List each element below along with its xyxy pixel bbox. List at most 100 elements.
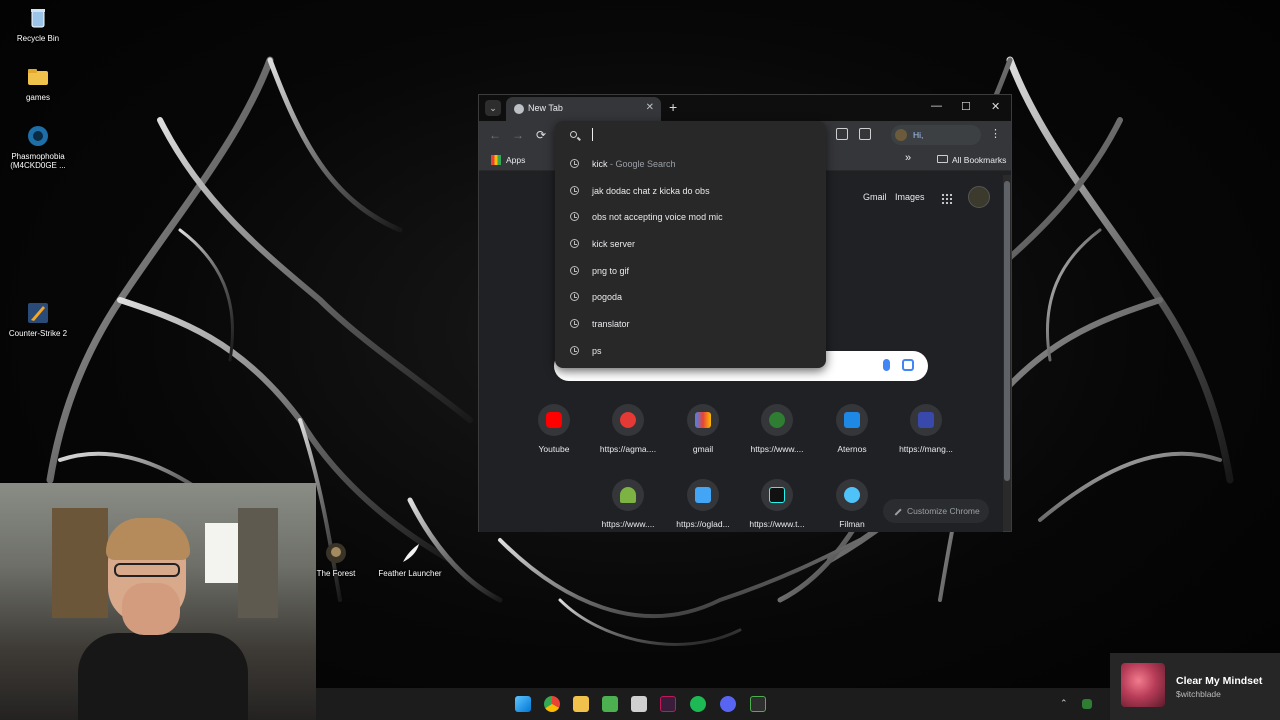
extension-icon[interactable] bbox=[836, 128, 848, 140]
shortcut-www-2[interactable]: https://www.... bbox=[593, 479, 663, 529]
suggestion-item[interactable]: pogoda bbox=[555, 284, 826, 310]
close-window-button[interactable]: ✕ bbox=[991, 100, 1000, 113]
the-forest-label: The Forest bbox=[316, 569, 356, 578]
desktop: Recycle Bin games Phasmophobia (M4CKD0GE… bbox=[0, 0, 1280, 720]
omnibox-dropdown: kick - Google Search jak dodac chat z ki… bbox=[555, 121, 826, 368]
back-arrow-icon[interactable]: ← bbox=[489, 128, 501, 142]
windows-start-icon[interactable] bbox=[515, 696, 531, 712]
history-clock-icon bbox=[570, 239, 579, 248]
webcam-person bbox=[78, 513, 248, 720]
desktop-icon-feather-launcher[interactable]: Feather Launcher bbox=[372, 540, 448, 578]
file-explorer-icon[interactable] bbox=[573, 696, 589, 712]
dollar-icon bbox=[761, 404, 793, 436]
shortcut-label: Youtube bbox=[538, 444, 570, 454]
google-lens-icon[interactable] bbox=[902, 359, 914, 371]
media-notification[interactable]: Clear My Mindset $witchblade bbox=[1110, 653, 1280, 720]
shortcut-filman[interactable]: Filman bbox=[817, 479, 887, 529]
images-link[interactable]: Images bbox=[895, 192, 925, 202]
all-bookmarks[interactable]: All Bookmarks bbox=[952, 155, 1006, 165]
address-bar-input[interactable] bbox=[591, 127, 811, 143]
shortcut-label: https://www.t... bbox=[749, 519, 805, 529]
suggestion-item[interactable]: png to gif bbox=[555, 258, 826, 284]
suggestion-item[interactable]: obs not accepting voice mod mic bbox=[555, 204, 826, 230]
shortcut-label: https://www.... bbox=[750, 444, 804, 454]
filman-icon bbox=[836, 479, 868, 511]
tab-search-button[interactable]: ⌄ bbox=[485, 100, 501, 116]
counter-strike-label: Counter-Strike 2 bbox=[8, 329, 68, 338]
pawn-icon bbox=[612, 479, 644, 511]
spotify-icon[interactable] bbox=[690, 696, 706, 712]
desktop-icon-counter-strike-2[interactable]: Counter-Strike 2 bbox=[0, 300, 76, 338]
suggestion-text: png to gif bbox=[592, 266, 630, 276]
scrollbar-thumb[interactable] bbox=[1004, 181, 1010, 481]
suggestion-item[interactable]: kick server bbox=[555, 231, 826, 257]
minimize-button[interactable]: — bbox=[931, 100, 942, 112]
tab-new-tab[interactable]: New Tab ✕ bbox=[506, 97, 661, 121]
history-clock-icon bbox=[570, 292, 579, 301]
microphone-icon[interactable] bbox=[883, 359, 890, 371]
desktop-icon-phasmophobia[interactable]: Phasmophobia (M4CKD0GE ... bbox=[0, 123, 76, 170]
tiktok-icon bbox=[761, 479, 793, 511]
suggestion-text: obs not accepting voice mod mic bbox=[592, 212, 723, 222]
media-app-icon[interactable] bbox=[660, 696, 676, 712]
tab-strip: ⌄ New Tab ✕ + — ☐ ✕ bbox=[479, 95, 1011, 121]
suggestion-item[interactable]: kick - Google Search bbox=[555, 151, 826, 177]
person-hair bbox=[106, 518, 190, 560]
suggestion-item[interactable]: translator bbox=[555, 311, 826, 337]
gmail-link[interactable]: Gmail bbox=[863, 192, 887, 202]
person-hand bbox=[122, 583, 180, 635]
the-forest-icon bbox=[326, 543, 346, 563]
recycle-bin-icon bbox=[31, 9, 45, 28]
account-avatar[interactable] bbox=[968, 186, 990, 208]
new-tab-button[interactable]: + bbox=[669, 99, 677, 115]
person-body bbox=[78, 633, 248, 720]
google-apps-icon[interactable] bbox=[941, 193, 952, 204]
tab-close-icon[interactable]: ✕ bbox=[646, 102, 654, 113]
feather-launcher-label: Feather Launcher bbox=[378, 569, 442, 578]
more-menu-icon[interactable]: ⋮ bbox=[990, 127, 1001, 140]
forward-arrow-icon[interactable]: → bbox=[512, 128, 524, 142]
shortcut-youtube[interactable]: Youtube bbox=[519, 404, 589, 454]
tray-chevron-icon[interactable]: ⌃ bbox=[1060, 698, 1068, 709]
folder-icon bbox=[937, 155, 948, 163]
suggestion-text: kick server bbox=[592, 239, 636, 249]
minecraft-icon[interactable] bbox=[602, 696, 618, 712]
shortcut-oglad[interactable]: https://oglad... bbox=[668, 479, 738, 529]
shortcut-www-1[interactable]: https://www.... bbox=[742, 404, 812, 454]
shortcut-agma[interactable]: https://agma.... bbox=[593, 404, 663, 454]
suggestion-item[interactable]: jak dodac chat z kicka do obs bbox=[555, 178, 826, 204]
shortcut-aternos[interactable]: Aternos bbox=[817, 404, 887, 454]
shortcut-manga[interactable]: https://mang... bbox=[891, 404, 961, 454]
discord-icon[interactable] bbox=[720, 696, 736, 712]
apps-grid-icon[interactable] bbox=[491, 155, 501, 165]
aternos-icon bbox=[836, 404, 868, 436]
customize-label: Customize Chrome bbox=[907, 506, 980, 516]
desktop-icon-recycle-bin[interactable]: Recycle Bin bbox=[0, 5, 76, 43]
customize-chrome-button[interactable]: Customize Chrome bbox=[883, 499, 989, 523]
history-clock-icon bbox=[570, 346, 579, 355]
maximize-button[interactable]: ☐ bbox=[961, 100, 971, 113]
youtube-icon bbox=[538, 404, 570, 436]
puzzle-extensions-icon[interactable] bbox=[859, 128, 871, 140]
store-icon[interactable] bbox=[631, 696, 647, 712]
suggestion-item[interactable]: ps bbox=[555, 338, 826, 364]
bookmark-apps[interactable]: Apps bbox=[506, 155, 525, 165]
chrome-taskbar-icon[interactable] bbox=[544, 696, 560, 712]
phasmophobia-label: Phasmophobia (M4CKD0GE ... bbox=[10, 152, 66, 170]
profile-button[interactable]: Hi, PROFOREWER bbox=[891, 125, 981, 160]
games-label: games bbox=[25, 93, 50, 102]
tray-app-icon[interactable] bbox=[1082, 699, 1092, 709]
shortcut-label: https://mang... bbox=[899, 444, 953, 454]
desktop-icon-games[interactable]: games bbox=[0, 64, 76, 102]
song-title: Clear My Mindset bbox=[1176, 675, 1263, 687]
recycle-bin-label: Recycle Bin bbox=[16, 34, 60, 43]
reload-icon[interactable]: ⟳ bbox=[536, 128, 546, 142]
bookmarks-overflow-icon[interactable]: » bbox=[905, 152, 911, 164]
shortcut-gmail[interactable]: gmail bbox=[668, 404, 738, 454]
shortcut-label: https://agma.... bbox=[599, 444, 657, 454]
shortcut-tiktok[interactable]: https://www.t... bbox=[742, 479, 812, 529]
scrollbar[interactable] bbox=[1003, 175, 1011, 531]
letter-a-icon bbox=[687, 479, 719, 511]
terminal-icon[interactable] bbox=[750, 696, 766, 712]
feather-icon bbox=[403, 544, 419, 562]
